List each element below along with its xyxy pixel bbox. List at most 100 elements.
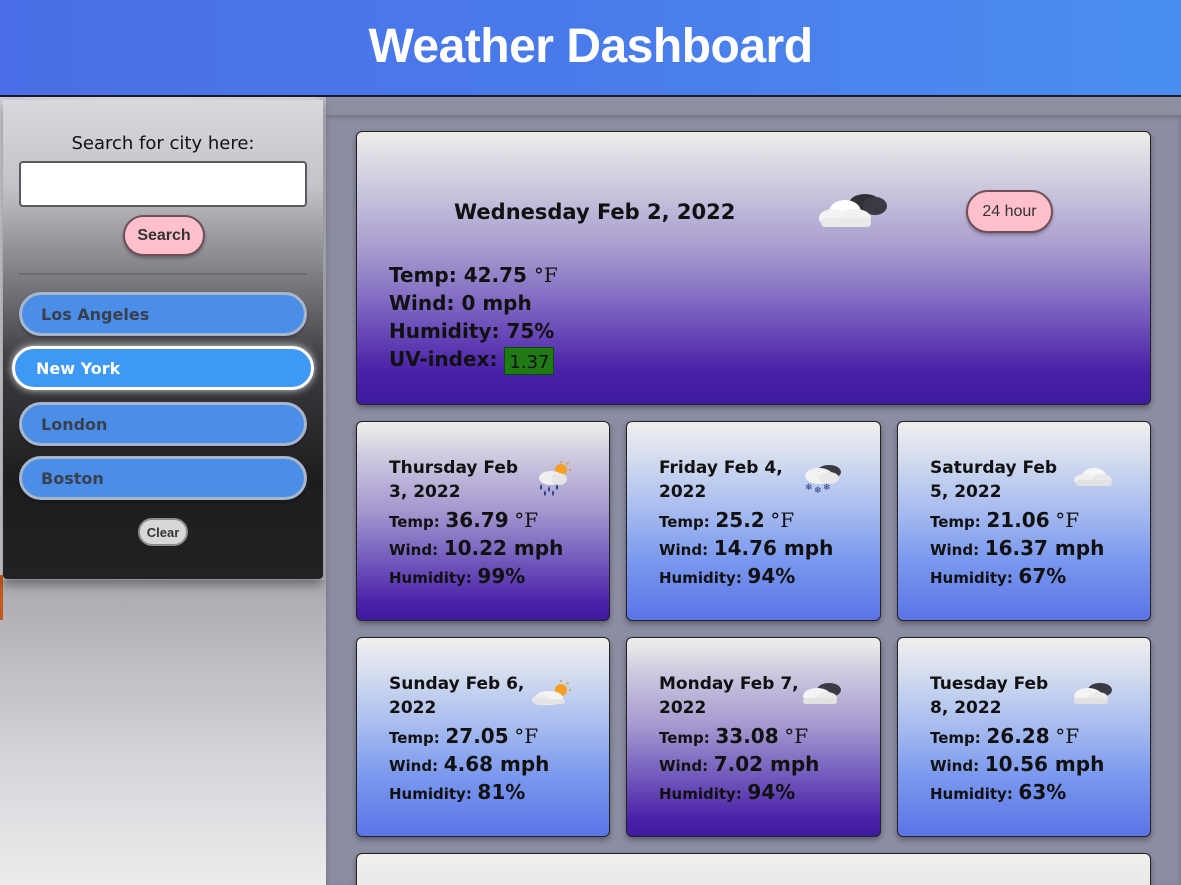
forecast-card: Tuesday Feb 8, 2022 Temp: 26.28 °F Wind:… <box>897 637 1151 837</box>
wind-value: 16.37 mph <box>984 536 1105 560</box>
current-humidity-row: Humidity: 75% <box>389 317 558 345</box>
city-button-los-angeles[interactable]: Los Angeles <box>19 292 307 336</box>
humidity-label: Humidity: <box>930 785 1013 803</box>
hourly-card <box>356 853 1151 885</box>
forecast-date: Monday Feb 7, 2022 <box>659 674 799 718</box>
page-title: Weather Dashboard <box>368 20 813 73</box>
temp-value: 33.08 <box>715 724 779 748</box>
temp-unit: °F <box>784 724 809 748</box>
wind-label: Wind: <box>930 757 980 775</box>
humidity-value: 94% <box>747 564 796 588</box>
temp-unit: °F <box>514 508 539 532</box>
temp-unit: °F <box>1055 724 1080 748</box>
forecast-stats: Temp: 33.08 °F Wind: 7.02 mph Humidity: … <box>659 722 819 806</box>
forecast-temp-row: Temp: 36.79 °F <box>389 506 563 534</box>
forecast-humidity-row: Humidity: 67% <box>930 562 1104 590</box>
temp-value: 27.05 <box>445 724 509 748</box>
wind-value: 14.76 mph <box>713 536 834 560</box>
forecast-card: Friday Feb 4, 2022 ❄ ❄ ❄ Temp: 25.2 °F Win… <box>626 421 881 621</box>
humidity-value: 94% <box>747 780 796 804</box>
wind-value: 10.56 mph <box>984 752 1105 776</box>
current-temp-row: Temp: 42.75 °F <box>389 261 558 289</box>
forecast-date: Friday Feb 4, 2022 <box>659 458 783 502</box>
wind-label: Wind: <box>389 291 455 315</box>
forecast-wind-row: Wind: 16.37 mph <box>930 534 1104 562</box>
temp-label: Temp: <box>389 729 440 747</box>
uv-label: UV-index: <box>389 347 498 371</box>
humidity-label: Humidity: <box>389 569 472 587</box>
humidity-label: Humidity: <box>389 785 472 803</box>
divider <box>19 273 307 275</box>
current-uv-row: UV-index: 1.37 <box>389 345 558 375</box>
snow-cloud-icon: ❄ ❄ ❄ <box>805 465 841 496</box>
cloudy-night-icon <box>819 194 887 227</box>
search-button[interactable]: Search <box>123 215 205 256</box>
temp-unit: °F <box>770 508 795 532</box>
forecast-stats: Temp: 21.06 °F Wind: 16.37 mph Humidity:… <box>930 506 1104 590</box>
left-background-lower <box>0 580 326 885</box>
forecast-temp-row: Temp: 25.2 °F <box>659 506 833 534</box>
forecast-date: Thursday Feb 3, 2022 <box>389 458 519 502</box>
city-button-london[interactable]: London <box>19 402 307 446</box>
temp-value: 25.2 <box>715 508 765 532</box>
current-date: Wednesday Feb 2, 2022 <box>454 200 736 224</box>
wind-value: 10.22 mph <box>443 536 564 560</box>
forecast-wind-row: Wind: 14.76 mph <box>659 534 833 562</box>
humidity-value: 67% <box>1018 564 1067 588</box>
temp-unit: °F <box>1055 508 1080 532</box>
humidity-value: 81% <box>477 780 526 804</box>
wind-label: Wind: <box>659 757 709 775</box>
forecast-temp-row: Temp: 26.28 °F <box>930 722 1104 750</box>
wind-value: 7.02 mph <box>713 752 820 776</box>
current-wind-row: Wind: 0 mph <box>389 289 558 317</box>
wind-value: 4.68 mph <box>443 752 550 776</box>
forecast-stats: Temp: 36.79 °F Wind: 10.22 mph Humidity:… <box>389 506 563 590</box>
svg-text:❄: ❄ <box>823 483 831 493</box>
cloudy-icon <box>803 683 841 704</box>
wind-label: Wind: <box>389 757 439 775</box>
humidity-label: Humidity: <box>930 569 1013 587</box>
clear-button[interactable]: Clear <box>138 518 188 546</box>
cloud-icon <box>1074 468 1112 486</box>
forecast-stats: Temp: 26.28 °F Wind: 10.56 mph Humidity:… <box>930 722 1104 806</box>
temp-label: Temp: <box>389 263 457 287</box>
current-weather-card: Wednesday Feb 2, 2022 24 hour Temp: 42.7… <box>356 131 1151 405</box>
current-stats: Temp: 42.75 °F Wind: 0 mph Humidity: 75%… <box>389 261 558 375</box>
temp-unit: °F <box>514 724 539 748</box>
temp-label: Temp: <box>389 513 440 531</box>
temp-label: Temp: <box>930 513 981 531</box>
forecast-humidity-row: Humidity: 94% <box>659 562 833 590</box>
temp-label: Temp: <box>659 729 710 747</box>
svg-text:❄: ❄ <box>805 483 813 493</box>
24-hour-button[interactable]: 24 hour <box>966 190 1053 233</box>
uv-value: 1.37 <box>509 351 550 373</box>
temp-unit: °F <box>533 263 558 287</box>
forecast-card: Sunday Feb 6, 2022 Temp: 27.05 °F Wind: … <box>356 637 610 837</box>
svg-text:❄: ❄ <box>814 486 822 496</box>
forecast-stats: Temp: 27.05 °F Wind: 4.68 mph Humidity: … <box>389 722 549 806</box>
city-button-new-york[interactable]: New York <box>12 346 314 390</box>
wind-label: Wind: <box>659 541 709 559</box>
forecast-date: Tuesday Feb 8, 2022 <box>930 674 1049 718</box>
forecast-temp-row: Temp: 27.05 °F <box>389 722 549 750</box>
forecast-temp-row: Temp: 21.06 °F <box>930 506 1104 534</box>
forecast-date: Sunday Feb 6, 2022 <box>389 674 525 718</box>
header-bar: Weather Dashboard <box>0 0 1181 97</box>
forecast-date: Saturday Feb 5, 2022 <box>930 458 1058 502</box>
humidity-value: 63% <box>1018 780 1067 804</box>
humidity-label: Humidity: <box>389 319 500 343</box>
uv-badge: 1.37 <box>504 346 555 375</box>
city-button-boston[interactable]: Boston <box>19 456 307 500</box>
forecast-humidity-row: Humidity: 94% <box>659 778 819 806</box>
forecast-card: Saturday Feb 5, 2022 Temp: 21.06 °F Wind… <box>897 421 1151 621</box>
forecast-wind-row: Wind: 10.22 mph <box>389 534 563 562</box>
wind-label: Wind: <box>389 541 439 559</box>
forecast-wind-row: Wind: 7.02 mph <box>659 750 819 778</box>
temp-value: 42.75 <box>463 263 527 287</box>
wind-value: 0 mph <box>461 291 532 315</box>
forecast-stats: Temp: 25.2 °F Wind: 14.76 mph Humidity: … <box>659 506 833 590</box>
forecast-temp-row: Temp: 33.08 °F <box>659 722 819 750</box>
humidity-label: Humidity: <box>659 569 742 587</box>
partly-sunny-icon <box>532 680 571 705</box>
search-input[interactable] <box>19 161 307 207</box>
